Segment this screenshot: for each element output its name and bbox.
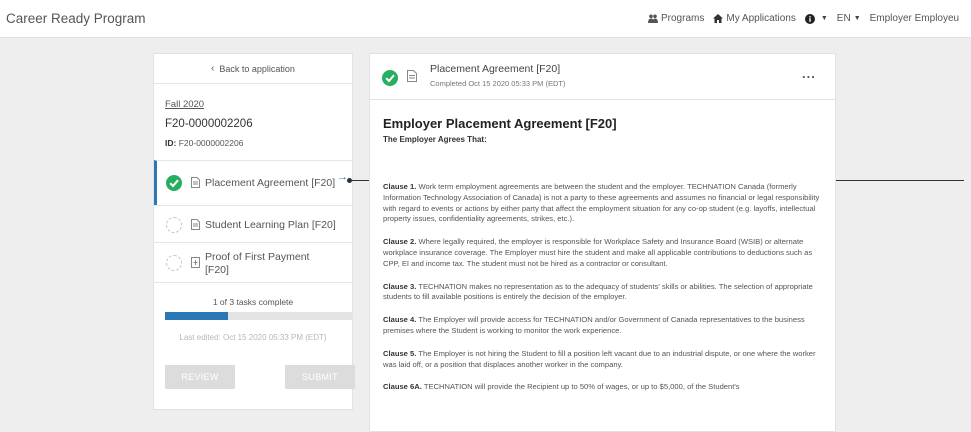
document-header: Placement Agreement [F20] Completed Oct … — [370, 54, 835, 100]
language-label: EN — [836, 13, 851, 24]
document-header-subtitle: Completed Oct 15 2020 05:33 PM (EDT) — [430, 79, 566, 88]
clause-text: The Employer is not hiring the Student t… — [383, 348, 816, 369]
clause-item: Clause 2. Where legally required, the em… — [383, 237, 828, 269]
clause-text: Work term employment agreements are betw… — [383, 182, 820, 224]
clause-label: Clause 5. — [383, 348, 417, 358]
top-nav: Programs My Applications ▼ EN ▼ Employer… — [648, 13, 968, 24]
document-icon — [191, 177, 200, 188]
clause-list: Clause 1. Work term employment agreement… — [383, 182, 828, 405]
clause-label: Clause 2. — [383, 237, 417, 247]
progress-fill — [165, 312, 228, 320]
chevron-down-icon: ▼ — [820, 15, 828, 22]
people-icon — [648, 14, 658, 23]
chevron-left-icon: ‹ — [211, 63, 215, 74]
application-number: F20-0000002206 — [165, 118, 253, 130]
id-value: F20-0000002206 — [178, 138, 244, 148]
application-id: ID: F20-0000002206 — [165, 138, 243, 148]
chevron-down-icon: ▼ — [853, 15, 861, 22]
document-icon — [407, 70, 417, 82]
pending-circle-icon — [166, 217, 182, 233]
id-label: ID: — [165, 138, 177, 148]
document-title: Employer Placement Agreement [F20] — [383, 116, 617, 131]
help-menu[interactable]: ▼ — [804, 13, 828, 24]
clause-item: Clause 1. Work term employment agreement… — [383, 182, 828, 225]
document-panel: Placement Agreement [F20] Completed Oct … — [369, 53, 836, 432]
clause-text: TECHNATION makes no representation as to… — [383, 281, 813, 302]
last-edited: Last edited: Oct 15 2020 05:33 PM (EDT) — [179, 333, 327, 342]
nav-my-applications[interactable]: My Applications — [713, 13, 796, 24]
progress-bar — [165, 312, 353, 320]
application-sidebar: ‹ Back to application Fall 2020 F20-0000… — [153, 53, 355, 410]
progress-text: 1 of 3 tasks complete — [212, 297, 294, 307]
check-circle-icon — [382, 70, 398, 86]
task-label: Student Learning Plan [F20] — [205, 219, 336, 231]
document-icon — [191, 219, 200, 230]
back-to-application-link[interactable]: ‹ Back to application — [154, 54, 352, 84]
review-button[interactable]: REVIEW — [165, 365, 235, 389]
submit-button[interactable]: SUBMIT — [285, 365, 355, 389]
task-label: Placement Agreement [F20] — [205, 177, 336, 189]
clause-item: Clause 6A. TECHNATION will provide the R… — [383, 382, 828, 393]
clause-text: TECHNATION will provide the Recipient up… — [423, 382, 740, 392]
task-item[interactable]: Placement Agreement [F20] — [154, 160, 352, 205]
user-menu[interactable]: Employer Employeu — [870, 13, 959, 24]
back-label: Back to application — [219, 63, 295, 74]
task-item[interactable]: Student Learning Plan [F20] — [154, 205, 352, 242]
nav-programs[interactable]: Programs — [648, 13, 704, 24]
info-icon — [804, 13, 815, 24]
document-subtitle: The Employer Agrees That: — [383, 135, 487, 144]
brand-title[interactable]: Career Ready Program — [6, 11, 146, 26]
task-label: Proof of First Payment [F20] — [205, 251, 310, 276]
clause-text: Where legally required, the employer is … — [383, 237, 813, 268]
clause-label: Clause 1. — [383, 182, 417, 191]
clause-item: Clause 5. The Employer is not hiring the… — [383, 349, 828, 371]
home-icon — [713, 14, 724, 23]
term-link[interactable]: Fall 2020 — [165, 99, 204, 110]
pending-circle-icon — [166, 255, 182, 271]
top-navbar: Career Ready Program Programs My Applica… — [0, 0, 971, 38]
upload-document-icon — [191, 257, 200, 268]
task-item[interactable]: Proof of First Payment [F20] — [154, 242, 352, 283]
clause-item: Clause 3. TECHNATION makes no representa… — [383, 282, 828, 304]
document-header-title: Placement Agreement [F20] — [430, 63, 561, 75]
more-options-button[interactable]: ... — [802, 66, 816, 81]
clause-label: Clause 3. — [383, 281, 417, 291]
clause-item: Clause 4. The Employer will provide acce… — [383, 315, 828, 337]
check-circle-icon — [166, 175, 182, 191]
user-name: Employer Employeu — [869, 13, 960, 24]
clause-label: Clause 4. — [383, 315, 417, 325]
clause-label: Clause 6A. — [383, 382, 422, 392]
clause-text: The Employer will provide access for TEC… — [383, 315, 805, 335]
nav-programs-label: Programs — [661, 13, 705, 24]
nav-my-applications-label: My Applications — [726, 13, 796, 24]
language-select[interactable]: EN ▼ — [837, 13, 861, 24]
arrow-right-icon: → — [337, 171, 348, 183]
